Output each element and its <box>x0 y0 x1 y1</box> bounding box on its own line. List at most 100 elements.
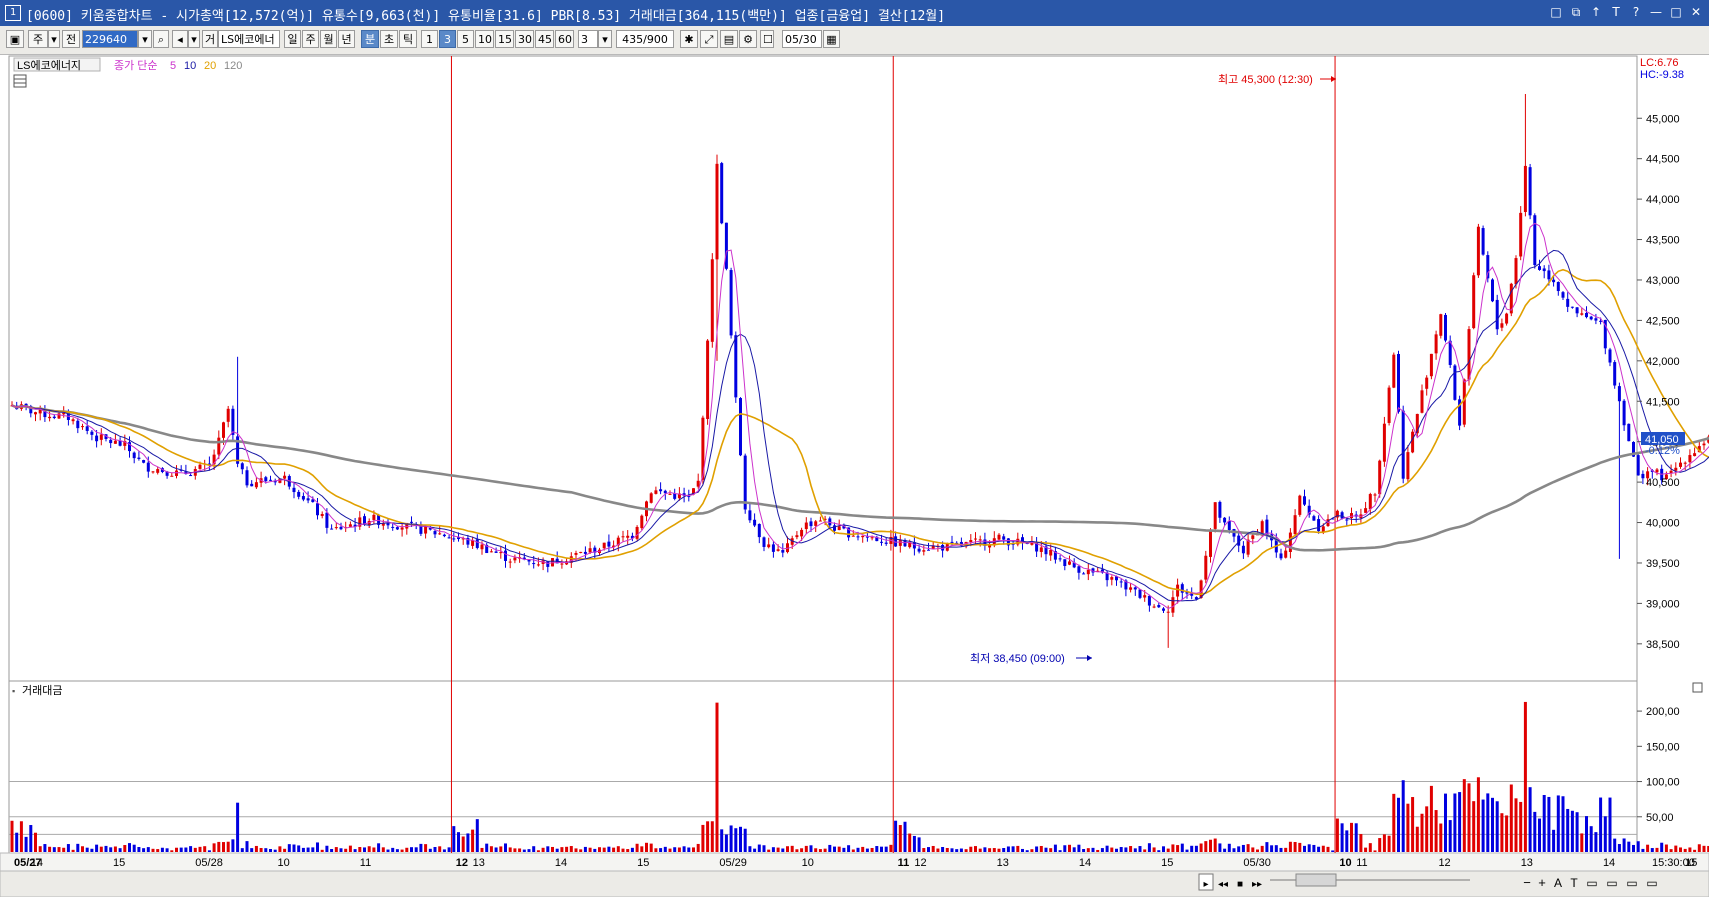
candle-body <box>1265 520 1268 535</box>
text-icon[interactable]: T <box>1609 4 1623 20</box>
tile-icon[interactable]: ⧉ <box>1569 4 1583 20</box>
volume-panel-close-icon[interactable] <box>1693 683 1702 692</box>
nav-forward-icon[interactable]: ▸▸ <box>1252 879 1262 890</box>
volume-tick-label: 200,00 <box>1646 706 1680 718</box>
candle-body <box>584 552 587 554</box>
table-icon[interactable] <box>14 75 26 87</box>
speaker-icon[interactable]: ◂ <box>172 30 188 48</box>
view-2-icon[interactable]: ▭ <box>1606 876 1617 890</box>
compare-icon[interactable]: ⤢ <box>700 30 718 48</box>
volume-bar <box>1294 842 1297 852</box>
price-tick-label: 43,000 <box>1646 275 1680 287</box>
ma-title[interactable]: 종가 단순 <box>114 59 158 72</box>
prev-button[interactable]: 전 <box>62 30 80 48</box>
save-icon[interactable]: ▤ <box>720 30 738 48</box>
view-1-icon[interactable]: ▭ <box>1586 876 1597 890</box>
volume-bar <box>1280 848 1283 852</box>
interval-1[interactable]: 1 <box>421 30 438 48</box>
market-type-dropdown-icon[interactable]: ▾ <box>48 30 60 48</box>
close-icon[interactable]: ✕ <box>1689 4 1703 20</box>
code-dropdown-icon[interactable]: ▾ <box>138 30 152 48</box>
chart-svg[interactable]: ▸ ◂◂ ■ ▸▸ − + A T ▭ ▭ ▭ ▭ 45,00044,50044… <box>0 54 1709 897</box>
candle-body <box>1143 595 1146 597</box>
interval-15[interactable]: 15 <box>495 30 514 48</box>
view-3-icon[interactable]: ▭ <box>1626 876 1637 890</box>
period-week[interactable]: 주 <box>302 30 319 48</box>
interval-30[interactable]: 30 <box>515 30 534 48</box>
period-tick[interactable]: 틱 <box>399 30 417 48</box>
volume-bar <box>1637 841 1640 852</box>
x-axis-label: 11 <box>360 857 371 869</box>
settings-icon[interactable]: ⚙ <box>739 30 757 48</box>
speaker-dropdown-icon[interactable]: ▾ <box>188 30 200 48</box>
gear-button[interactable]: 거 <box>202 30 218 48</box>
ma10-label[interactable]: 10 <box>184 60 196 72</box>
interval-10[interactable]: 10 <box>475 30 494 48</box>
period-minute[interactable]: 분 <box>361 30 379 48</box>
ma20-label[interactable]: 20 <box>204 60 216 72</box>
period-second[interactable]: 초 <box>380 30 398 48</box>
nav-play-icon[interactable]: ▸ <box>1203 879 1208 890</box>
candle-body <box>1200 580 1203 598</box>
nav-back-icon[interactable]: ◂◂ <box>1218 879 1228 890</box>
candle-body <box>189 475 192 476</box>
volume-bar <box>598 847 601 852</box>
stock-code-input[interactable]: 229640 <box>82 30 138 48</box>
window-icon[interactable]: 1 <box>5 5 21 21</box>
candle-body <box>1472 275 1475 328</box>
volume-bar <box>457 832 460 852</box>
nav-stop-icon[interactable]: ■ <box>1237 879 1243 890</box>
volume-bar <box>1303 846 1306 852</box>
volume-bar <box>1524 702 1527 852</box>
candle-body <box>1129 587 1132 589</box>
custom-interval-dropdown-icon[interactable]: ▾ <box>598 30 612 48</box>
indicator-icon[interactable]: ✱ <box>680 30 698 48</box>
candle-body <box>1515 258 1518 284</box>
scroll-thumb[interactable] <box>1296 874 1336 886</box>
volume-bar <box>758 845 761 852</box>
interval-5[interactable]: 5 <box>457 30 474 48</box>
custom-interval-input[interactable]: 3 <box>578 30 598 48</box>
chart-area[interactable]: ▸ ◂◂ ■ ▸▸ − + A T ▭ ▭ ▭ ▭ 45,00044,50044… <box>0 54 1709 897</box>
date-checkbox[interactable]: ☐ <box>760 30 774 48</box>
candle-body <box>885 543 888 544</box>
x-axis-label: 12 <box>456 857 468 869</box>
font-t-icon[interactable]: T <box>1570 876 1578 890</box>
period-month[interactable]: 월 <box>320 30 337 48</box>
layout-icon[interactable]: ▣ <box>6 30 24 48</box>
stock-name-field[interactable]: LS에코에너 <box>218 30 280 48</box>
volume-bar <box>1176 845 1179 852</box>
bar-count-field[interactable]: 435/900 <box>616 30 674 48</box>
candle-body <box>476 539 479 548</box>
date-input[interactable]: 05/30 <box>782 30 822 48</box>
market-type-select[interactable]: 주 <box>28 30 48 48</box>
period-year[interactable]: 년 <box>338 30 355 48</box>
ma120-label[interactable]: 120 <box>224 60 242 72</box>
volume-bar <box>889 845 892 852</box>
interval-45[interactable]: 45 <box>535 30 554 48</box>
period-day[interactable]: 일 <box>284 30 301 48</box>
candle-body <box>650 493 653 502</box>
scroll-bar[interactable] <box>0 871 1709 897</box>
pin-icon[interactable]: ↑ <box>1589 4 1603 20</box>
restore-icon[interactable]: □ <box>1549 4 1563 20</box>
volume-bar <box>1096 850 1099 852</box>
zoom-in-icon[interactable]: + <box>1538 875 1546 890</box>
font-a-icon[interactable]: A <box>1554 876 1562 890</box>
maximize-icon[interactable]: □ <box>1669 4 1683 20</box>
volume-bar <box>612 848 615 852</box>
calendar-icon[interactable]: ▦ <box>823 30 840 48</box>
search-icon[interactable]: ⌕ <box>153 30 169 48</box>
candle-body <box>1139 589 1142 597</box>
minimize-icon[interactable]: — <box>1649 4 1663 20</box>
candle-body <box>1242 546 1245 554</box>
help-icon[interactable]: ? <box>1629 4 1643 20</box>
interval-3[interactable]: 3 <box>439 30 456 48</box>
candle-body <box>1223 518 1226 523</box>
volume-bar <box>1308 844 1311 852</box>
view-4-icon[interactable]: ▭ <box>1646 876 1657 890</box>
interval-60[interactable]: 60 <box>555 30 574 48</box>
ma5-label[interactable]: 5 <box>170 60 176 72</box>
zoom-out-icon[interactable]: − <box>1523 875 1531 890</box>
candle-body <box>1110 577 1113 580</box>
